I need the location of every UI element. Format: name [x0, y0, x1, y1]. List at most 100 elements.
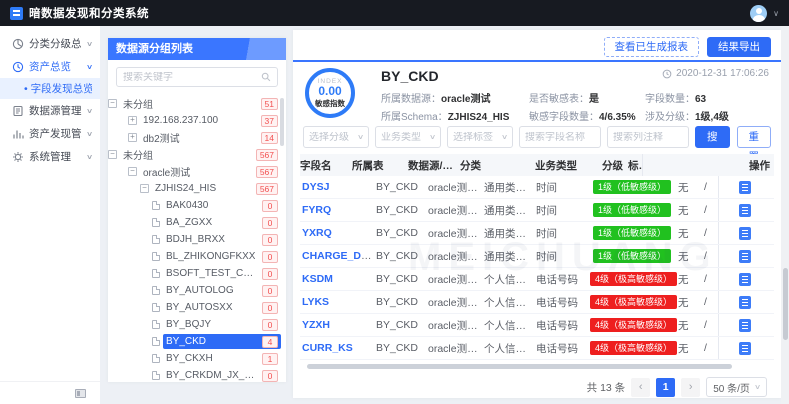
horizontal-scrollbar-thumb[interactable] — [307, 364, 732, 369]
cell-biz-type: 电话号码 — [536, 295, 590, 310]
tree-node-label: BSOFT_TEST_CONNECT — [166, 268, 259, 279]
filter-select-input[interactable] — [453, 132, 502, 143]
tree-node[interactable]: BAK0430 0 — [108, 197, 286, 214]
table-row: DYSJ BY_CKD oracle测试/Z... 通用类型-日... 时间 1… — [300, 176, 774, 199]
cell-tag: 无 — [678, 180, 704, 195]
filter-input[interactable] — [607, 126, 689, 148]
cell-schema: oracle测试/Z... — [428, 203, 484, 218]
cell-category: 个人信息-个... — [484, 295, 536, 310]
field-name-link[interactable]: LYKS — [302, 296, 329, 308]
tree-search-input[interactable] — [123, 72, 257, 83]
expand-toggle-icon[interactable] — [128, 133, 137, 142]
field-name-link[interactable]: YZXH — [302, 319, 330, 331]
tree-node[interactable]: BDJH_BRXX 0 — [108, 231, 286, 248]
cell-table: BY_CKD — [376, 204, 428, 216]
tree-node[interactable]: 未分组 51 — [108, 95, 286, 112]
main-panel: MEICHUANG 查看已生成报表 结果导出 INDEX 0.00 敏感指数 B… — [293, 30, 781, 398]
chevron-icon: ∨ — [86, 63, 93, 71]
export-result-button[interactable]: 结果导出 — [707, 37, 771, 57]
filter-text-input[interactable] — [525, 132, 595, 143]
view-report-button[interactable]: 查看已生成报表 — [604, 37, 700, 57]
filter-select-input[interactable] — [381, 132, 430, 143]
tree-node[interactable]: BY_CKD 4 — [108, 333, 286, 350]
detail-report-icon[interactable] — [739, 342, 751, 355]
prev-page-button[interactable]: ‹ — [631, 378, 650, 397]
chevron-icon: ∨ — [86, 107, 93, 115]
tree-node[interactable]: BA_ZGXX 0 — [108, 214, 286, 231]
cell-biz-type: 时间 — [536, 226, 590, 241]
field-name-link[interactable]: KSDM — [302, 273, 333, 285]
tree-node[interactable]: db2测试 14 — [108, 129, 286, 146]
sidebar-item[interactable]: 分类分级总览 ∨ — [0, 32, 100, 55]
page-scrollbar-thumb[interactable] — [783, 268, 788, 340]
tree-node[interactable]: 192.168.237.100 37 — [108, 112, 286, 129]
expand-toggle-icon[interactable] — [108, 99, 117, 108]
sidebar-item-label: 资产发现管理 — [29, 126, 82, 141]
sidebar-item[interactable]: 系统管理 ∨ — [0, 145, 100, 168]
table-header-cell: 分级 — [602, 158, 628, 173]
chevron-down-icon[interactable]: ∨ — [773, 9, 779, 18]
count-badge: 0 — [262, 251, 278, 263]
expand-toggle-icon[interactable] — [128, 116, 137, 125]
level-badge: 1级（低敏感级） — [593, 180, 671, 194]
sidebar-item[interactable]: 数据源管理 ∨ — [0, 99, 100, 122]
detail-report-icon[interactable] — [739, 319, 751, 332]
filter-select-input[interactable] — [309, 132, 358, 143]
collapse-sidebar-icon[interactable] — [75, 389, 86, 398]
field-name-link[interactable]: CHARGE_DATE — [302, 250, 376, 262]
reset-button[interactable]: 重 置 — [737, 126, 772, 148]
tree-node-label: BL_ZHIKONGFKXX — [166, 251, 255, 262]
topbar: 暗数据发现和分类系统 ∨ — [0, 0, 789, 26]
field-name-link[interactable]: YXRQ — [302, 227, 332, 239]
cell-category: 个人信息-个... — [484, 272, 536, 287]
field-name-link[interactable]: CURR_KS — [302, 342, 353, 354]
field-name-link[interactable]: DYSJ — [302, 181, 329, 193]
page-number-button[interactable]: 1 — [656, 378, 675, 397]
field-name-link[interactable]: FYRQ — [302, 204, 331, 216]
next-page-button[interactable]: › — [681, 378, 700, 397]
tree-node[interactable]: BY_BQJY 0 — [108, 316, 286, 333]
expand-toggle-icon[interactable] — [128, 167, 137, 176]
count-badge: 51 — [261, 98, 278, 110]
detail-report-icon[interactable] — [739, 227, 751, 240]
search-button[interactable]: 搜 索 — [695, 126, 730, 148]
sidebar-item[interactable]: 资产发现管理 ∨ — [0, 122, 100, 145]
chevron-down-icon: ∨ — [501, 133, 508, 141]
filter-text-input[interactable] — [613, 132, 683, 143]
tree-node[interactable]: BY_AUTOLOG 0 — [108, 282, 286, 299]
tree-search-box[interactable] — [116, 67, 278, 87]
detail-report-icon[interactable] — [739, 296, 751, 309]
user-avatar[interactable] — [750, 5, 767, 22]
detail-report-icon[interactable] — [739, 204, 751, 217]
tree-node[interactable]: BY_CRKDM_JX_TEMP 0 — [108, 367, 286, 384]
filter-select[interactable]: ∨ — [447, 126, 513, 148]
detail-report-icon[interactable] — [739, 250, 751, 263]
tree-node[interactable]: BY_CKXH 1 — [108, 350, 286, 367]
search-icon[interactable] — [261, 72, 271, 82]
filter-select[interactable]: ∨ — [375, 126, 441, 148]
tree-node-label: BDJH_BRXX — [166, 234, 225, 245]
expand-toggle-icon[interactable] — [108, 150, 117, 159]
detail-report-icon[interactable] — [739, 273, 751, 286]
level-badge: 4级（极高敏感级） — [590, 272, 677, 286]
filter-select[interactable]: ∨ — [303, 126, 369, 148]
chevron-icon: ∨ — [86, 153, 93, 161]
expand-toggle-icon[interactable] — [140, 184, 149, 193]
cell-table: BY_CKD — [376, 319, 428, 331]
cell-table: BY_CKD — [376, 227, 428, 239]
tree-node[interactable]: BSOFT_TEST_CONNECT 0 — [108, 265, 286, 282]
tree-scrollbar-thumb[interactable] — [280, 98, 284, 146]
sidebar-item[interactable]: 资产总览 ∨ — [0, 55, 100, 78]
tree-node[interactable]: oracle测试 567 — [108, 163, 286, 180]
tree-node[interactable]: BY_AUTOSXX 0 — [108, 299, 286, 316]
page-size-select[interactable]: 50 条/页 ∨ — [706, 377, 767, 397]
detail-report-icon[interactable] — [739, 181, 751, 194]
count-badge: 0 — [262, 319, 278, 331]
filter-bar: ∨ ∨ ∨ — [293, 118, 781, 154]
sidebar-item[interactable]: 字段发现总览 ∨ — [0, 78, 100, 99]
tree-node[interactable]: 未分组 567 — [108, 146, 286, 163]
tree-node[interactable]: BL_ZHIKONGFKXX 0 — [108, 248, 286, 265]
tree-node[interactable]: ZJHIS24_HIS 567 — [108, 180, 286, 197]
filter-input[interactable] — [519, 126, 601, 148]
table-header-cell: 操作 — [749, 158, 774, 173]
